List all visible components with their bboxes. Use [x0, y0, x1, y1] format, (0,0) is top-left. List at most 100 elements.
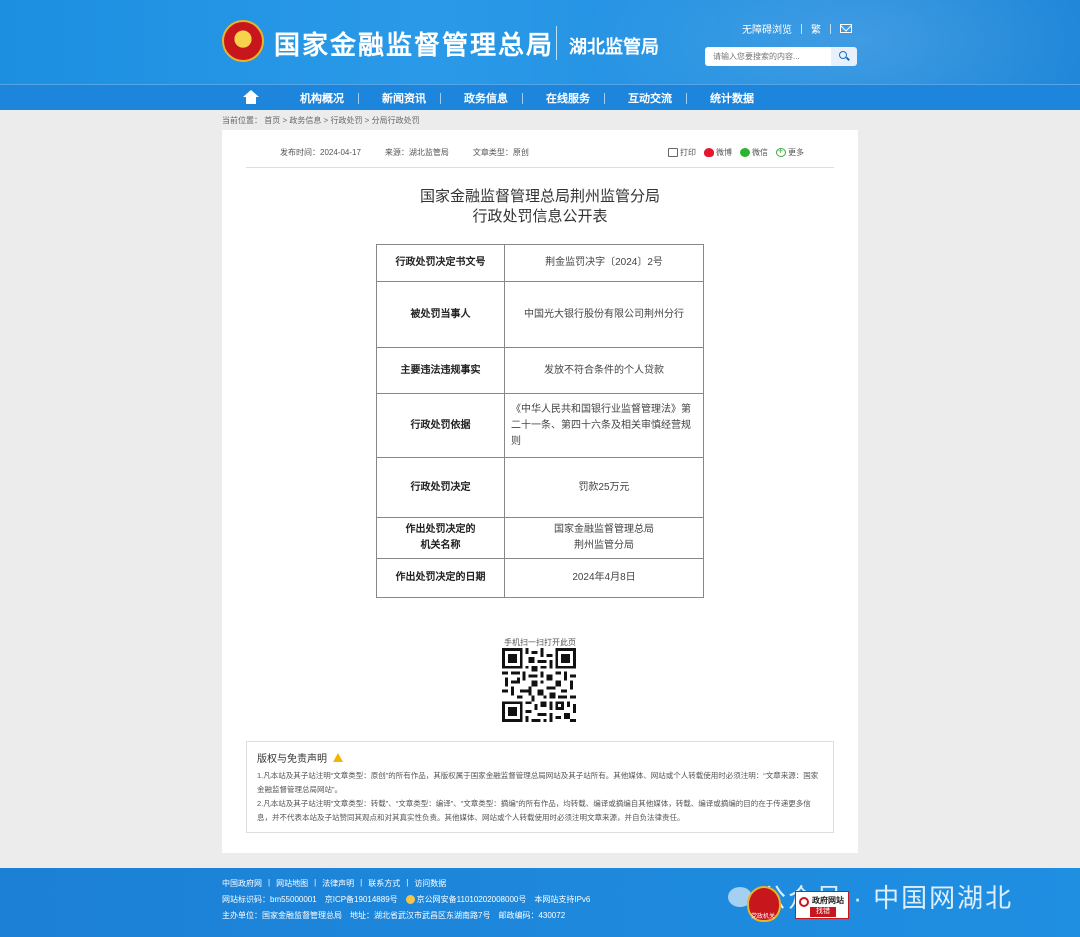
breadcrumb[interactable]: 当前位置： 首页 > 政务信息 > 行政处罚 > 分局行政处罚 [222, 115, 420, 126]
nav-separator [358, 93, 359, 104]
nav-separator [686, 93, 687, 104]
search-icon [839, 51, 847, 59]
org-name[interactable]: 国家金融监督管理总局 [274, 25, 554, 62]
footer-link-contact[interactable]: 联系方式 [368, 878, 400, 889]
article-source: 来源：湖北监管局 [384, 148, 449, 157]
footer-link-separator: | [406, 878, 409, 887]
find-error-button[interactable]: 政府网站 找错 [795, 891, 849, 919]
mail-icon[interactable] [840, 24, 852, 33]
row-value-line: 荆州监管分局 [574, 540, 634, 551]
home-icon[interactable] [243, 90, 259, 104]
accessibility-link[interactable]: 无障碍浏览 [742, 21, 792, 36]
search-button[interactable] [831, 47, 857, 66]
site-footer: 中国政府网 | 网站地图 | 法律声明 | 联系方式 | 访问数据 网站标识码：bm55… [0, 868, 1080, 937]
row-value: 国家金融监督管理总局 荆州监管分局 [504, 517, 704, 559]
footer-link-stats[interactable]: 访问数据 [414, 878, 446, 889]
row-key: 作出处罚决定的 机关名称 [376, 517, 505, 559]
footer-link-separator: | [360, 878, 363, 887]
article-type: 文章类型：原创 [472, 148, 529, 157]
nav-item-interaction[interactable]: 互动交流 [628, 90, 672, 106]
header-divider [556, 26, 557, 60]
search-input[interactable] [705, 47, 831, 66]
document-title-line2: 行政处罚信息公开表 [472, 208, 608, 225]
row-value: 中国光大银行股份有限公司荆州分行 [504, 281, 704, 348]
nav-item-news[interactable]: 新闻资讯 [382, 90, 426, 106]
publish-time: 发布时间：2024-04-17 [280, 148, 361, 157]
footer-link-legal[interactable]: 法律声明 [322, 878, 354, 889]
row-value-line: 国家金融监督管理总局 [554, 524, 654, 535]
table-row: 行政处罚决定 罚款25万元 [376, 457, 704, 518]
row-key: 作出处罚决定的日期 [376, 558, 505, 598]
nav-item-government-info[interactable]: 政务信息 [464, 90, 508, 106]
footer-link-separator: | [314, 878, 317, 887]
row-key: 行政处罚决定书文号 [376, 244, 505, 282]
footer-host-row: 主办单位：国家金融监督管理总局 地址：湖北省武汉市武昌区东湖南路7号 邮政编码：… [222, 910, 565, 921]
print-button[interactable]: 打印 [668, 147, 696, 158]
qr-code [502, 648, 576, 722]
row-value: 《中华人民共和国银行业监督管理法》第二十一条、第四十六条及相关审慎经营规则 [504, 393, 704, 458]
table-row: 作出处罚决定的 机关名称 国家金融监督管理总局 荆州监管分局 [376, 517, 704, 559]
footer-link-gov[interactable]: 中国政府网 [222, 878, 262, 889]
bureau-name[interactable]: 湖北监管局 [569, 33, 659, 59]
row-value: 荆金监罚决字〔2024〕2号 [504, 244, 704, 282]
site-header: 国家金融监督管理总局 湖北监管局 无障碍浏览 繁 [0, 0, 1080, 84]
penalty-info-table: 行政处罚决定书文号 荆金监罚决字〔2024〕2号 被处罚当事人 中国光大银行股份… [376, 244, 704, 598]
site-code: 网站标识码：bm55000001 [222, 895, 317, 904]
footer-link-sitemap[interactable]: 网站地图 [276, 878, 308, 889]
plus-icon [776, 146, 786, 157]
share-wechat-button[interactable]: 微信 [740, 147, 768, 158]
nav-item-statistics[interactable]: 统计数据 [710, 90, 754, 106]
row-key-line: 作出处罚决定的 [405, 524, 476, 535]
document-title-line1: 国家金融监督管理总局荆州监管分局 [419, 188, 660, 205]
police-record[interactable]: 京公网安备11010202008000号 [417, 894, 527, 905]
party-government-badge-icon[interactable]: 党政机关 [747, 886, 781, 922]
share-weibo-button[interactable]: 微博 [704, 147, 732, 158]
table-row: 行政处罚决定书文号 荆金监罚决字〔2024〕2号 [376, 244, 704, 282]
host-unit: 主办单位：国家金融监督管理总局 [222, 911, 342, 920]
host-address: 地址：湖北省武汉市武昌区东湖南路7号 [350, 911, 491, 920]
weibo-label: 微博 [716, 148, 732, 157]
find-error-tag: 找错 [810, 907, 836, 917]
meta-divider [246, 167, 834, 168]
top-link-separator [830, 23, 831, 34]
row-key: 行政处罚决定 [376, 457, 505, 518]
row-value: 发放不符合条件的个人贷款 [504, 347, 704, 394]
share-actions: 打印 微博 微信 更多 [668, 146, 804, 158]
table-row: 作出处罚决定的日期 2024年4月8日 [376, 558, 704, 598]
printer-icon [668, 148, 678, 157]
wechat-label: 微信 [752, 148, 768, 157]
more-label: 更多 [788, 148, 804, 157]
print-label: 打印 [680, 148, 696, 157]
nav-item-online-service[interactable]: 在线服务 [546, 90, 590, 106]
nav-separator [604, 93, 605, 104]
top-link-separator [801, 23, 802, 34]
magnifier-icon [799, 897, 809, 907]
row-key: 被处罚当事人 [376, 281, 505, 348]
table-row: 被处罚当事人 中国光大银行股份有限公司荆州分行 [376, 281, 704, 348]
gov-badge-label: 党政机关 [751, 914, 776, 920]
footer-registration-row: 网站标识码：bm55000001 京ICP备19014889号 京公网安备110… [222, 894, 590, 905]
disclaimer-paragraph-2: 2.凡本站及其子站注明“文章类型：转载”、“文章类型：编译”、“文章类型：摘编”… [257, 799, 811, 822]
table-row: 主要违法违规事实 发放不符合条件的个人贷款 [376, 347, 704, 394]
ipv6-support: 本网站支持IPv6 [534, 895, 591, 904]
warning-icon [333, 753, 343, 762]
nav-separator [440, 93, 441, 104]
wechat-icon [740, 148, 750, 157]
row-value: 罚款25万元 [504, 457, 704, 518]
disclaimer-title-text: 版权与免责声明 [257, 754, 327, 765]
row-value: 2024年4月8日 [504, 558, 704, 598]
weibo-icon [704, 148, 714, 157]
qr-label: 手机扫一扫打开此页 [504, 638, 576, 647]
icp-number[interactable]: 京ICP备19014889号 [325, 894, 398, 905]
article-meta: 发布时间：2024-04-17 来源：湖北监管局 文章类型：原创 [280, 147, 529, 158]
national-emblem-icon[interactable] [222, 20, 264, 62]
row-key: 行政处罚依据 [376, 393, 505, 458]
postcode: 邮政编码：430072 [498, 911, 566, 920]
share-more-button[interactable]: 更多 [776, 146, 804, 158]
traditional-chinese-link[interactable]: 繁 [811, 21, 821, 36]
row-key: 主要违法违规事实 [376, 347, 505, 394]
disclaimer-title: 版权与免责声明 [257, 750, 823, 765]
footer-link-separator: | [268, 878, 271, 887]
disclaimer-paragraph-1: 1.凡本站及其子站注明“文章类型：原创”的所有作品，其版权属于国家金融监督管理总… [257, 771, 819, 794]
nav-item-about[interactable]: 机构概况 [300, 90, 344, 106]
